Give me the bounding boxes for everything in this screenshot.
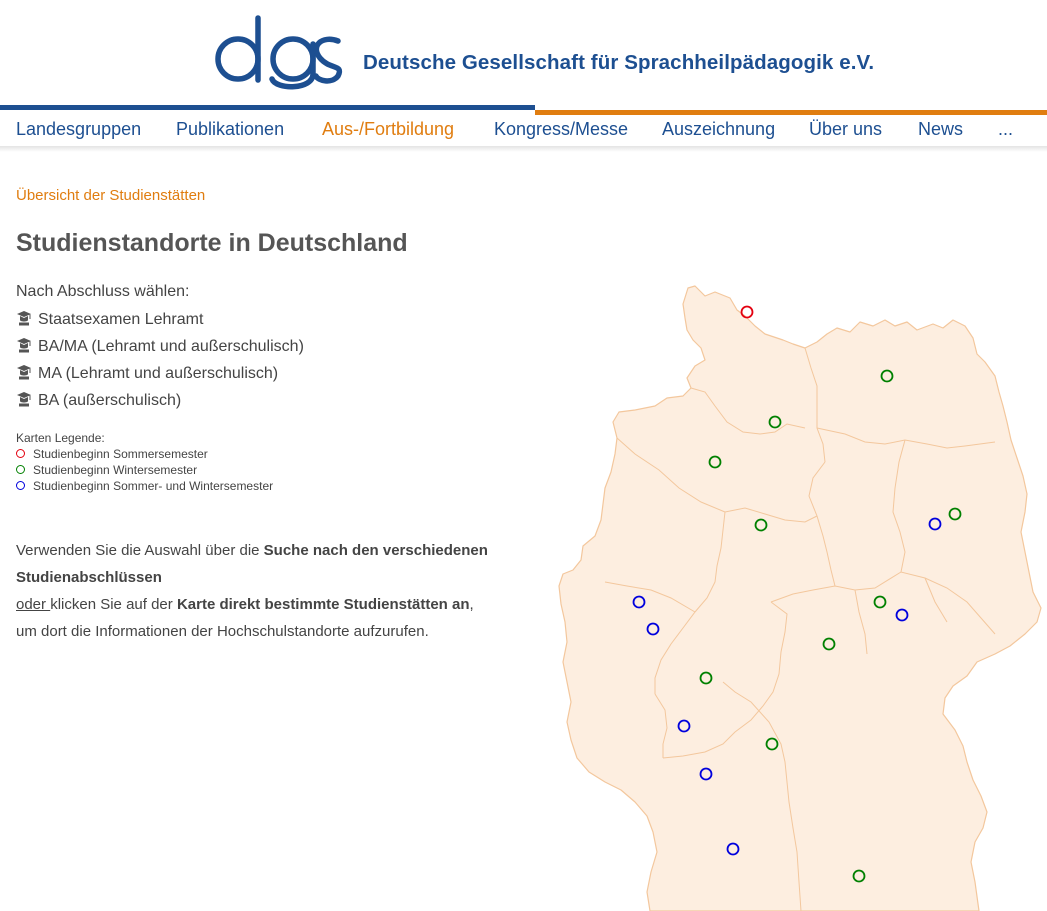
degree-option-label: Staatsexamen Lehramt bbox=[38, 311, 204, 328]
graduation-cap-icon bbox=[17, 392, 31, 407]
nav-shadow bbox=[0, 146, 1047, 152]
graduation-cap-icon bbox=[17, 365, 31, 380]
blue-circle-icon bbox=[16, 481, 25, 490]
info-text-part: , bbox=[469, 596, 474, 613]
nav-item-ueber-uns[interactable]: Über uns bbox=[809, 119, 882, 140]
nav-item-publikationen[interactable]: Publikationen bbox=[176, 119, 284, 140]
map-marker-summer[interactable] bbox=[740, 305, 754, 319]
nav-item-news[interactable]: News bbox=[918, 119, 963, 140]
info-oder-link[interactable]: oder bbox=[16, 596, 50, 613]
green-circle-icon bbox=[16, 465, 25, 474]
info-text-part: Verwenden Sie die Auswahl über die bbox=[16, 542, 264, 559]
legend-item-winter: Studienbeginn Wintersemester bbox=[16, 463, 197, 477]
degree-option-label: MA (Lehramt und außerschulisch) bbox=[38, 365, 279, 382]
red-circle-icon bbox=[16, 449, 25, 458]
dgs-logo[interactable] bbox=[210, 8, 345, 90]
info-text-part: um dort die Informationen der Hochschuls… bbox=[16, 623, 429, 640]
degree-option-ma[interactable]: MA (Lehramt und außerschulisch) bbox=[16, 364, 278, 386]
info-bold-map: Karte direkt bestimmte Studienstätten an bbox=[176, 596, 470, 613]
info-paragraph: Verwenden Sie die Auswahl über die Suche… bbox=[16, 537, 536, 645]
nav-item-more[interactable]: ... bbox=[998, 119, 1013, 140]
degree-option-ba[interactable]: BA (außerschulisch) bbox=[16, 391, 181, 413]
degree-option-label: BA (außerschulisch) bbox=[38, 392, 182, 409]
degree-option-staatsexamen[interactable]: Staatsexamen Lehramt bbox=[16, 310, 203, 332]
degree-filter-label: Nach Abschluss wählen: bbox=[16, 283, 190, 300]
nav-item-kongress-messe[interactable]: Kongress/Messe bbox=[494, 119, 628, 140]
nav-item-auszeichnung[interactable]: Auszeichnung bbox=[662, 119, 775, 140]
legend-label: Studienbeginn Wintersemester bbox=[33, 463, 198, 477]
site-header: Deutsche Gesellschaft für Sprachheilpäda… bbox=[0, 0, 1047, 152]
nav-item-aus-fortbildung[interactable]: Aus-/Fortbildung bbox=[322, 119, 454, 140]
header-bar-blue bbox=[0, 105, 535, 110]
page-title: Studienstandorte in Deutschland bbox=[16, 229, 408, 257]
degree-option-ba-ma[interactable]: BA/MA (Lehramt und außerschulisch) bbox=[16, 337, 304, 359]
header-bar-orange bbox=[535, 110, 1047, 115]
graduation-cap-icon bbox=[17, 311, 31, 326]
info-text: Verwenden Sie die Auswahl über die Suche… bbox=[16, 537, 536, 645]
breadcrumb[interactable]: Übersicht der Studienstätten bbox=[16, 187, 205, 204]
org-name[interactable]: Deutsche Gesellschaft für Sprachheilpäda… bbox=[363, 51, 874, 75]
nav-item-landesgruppen[interactable]: Landesgruppen bbox=[16, 119, 141, 140]
legend-title: Karten Legende: bbox=[16, 431, 105, 445]
legend-label: Studienbeginn Sommer- und Wintersemester bbox=[33, 479, 274, 493]
legend-item-summer: Studienbeginn Sommersemester bbox=[16, 447, 208, 461]
legend-label: Studienbeginn Sommersemester bbox=[33, 447, 208, 461]
germany-outline bbox=[558, 285, 1042, 911]
germany-map[interactable] bbox=[555, 282, 1047, 911]
legend-item-both: Studienbeginn Sommer- und Wintersemester bbox=[16, 479, 273, 493]
degree-option-label: BA/MA (Lehramt und außerschulisch) bbox=[38, 338, 304, 355]
info-text-part: klicken Sie auf der bbox=[50, 596, 177, 613]
main-nav: Landesgruppen Publikationen Aus-/Fortbil… bbox=[0, 116, 1047, 148]
graduation-cap-icon bbox=[17, 338, 31, 353]
